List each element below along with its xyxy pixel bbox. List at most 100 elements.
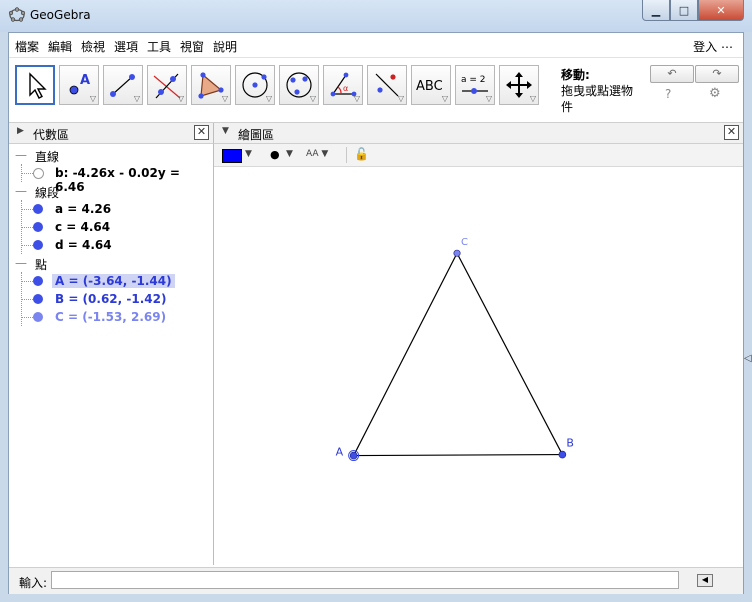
point-tool-button[interactable]: A ▽ <box>59 65 99 105</box>
color-swatch-button[interactable] <box>222 149 242 163</box>
close-graphics-view-icon[interactable]: ✕ <box>724 125 739 140</box>
submenu-triangle-icon: ▽ <box>177 94 184 103</box>
submenu-triangle-icon: ▽ <box>397 94 404 103</box>
gear-icon[interactable]: ⚙ <box>709 86 721 101</box>
menu-view[interactable]: 檢視 <box>81 38 105 55</box>
visibility-toggle-icon[interactable] <box>33 294 43 304</box>
visibility-toggle-icon[interactable] <box>33 240 43 250</box>
point-C[interactable] <box>453 249 461 257</box>
menu-help[interactable]: 說明 <box>213 38 237 55</box>
panel-collapse-arrow-icon[interactable]: ▼ <box>222 126 229 136</box>
submenu-triangle-icon: ▽ <box>529 94 536 103</box>
category-collapse-icon[interactable]: — <box>15 148 27 162</box>
command-input[interactable] <box>51 571 679 589</box>
point-style-icon[interactable]: ● <box>270 148 280 161</box>
algebra-view: — 直線 b: -4.26x - 0.02y = 6.46 — 線段 a = 4… <box>9 144 214 565</box>
algebra-item-A[interactable]: A = (-3.64, -1.44) <box>52 274 175 288</box>
visibility-toggle-icon[interactable] <box>33 276 43 286</box>
point-label-C: C <box>461 237 468 248</box>
algebra-item-d[interactable]: d = 4.64 <box>55 238 112 252</box>
segment[interactable] <box>353 252 458 456</box>
menu-edit[interactable]: 編輯 <box>48 38 72 55</box>
minimize-button[interactable]: ▁ <box>642 0 670 21</box>
tool-help-title: 移動: <box>561 68 590 82</box>
visibility-toggle-icon[interactable] <box>33 204 43 214</box>
point-B[interactable] <box>558 450 567 459</box>
point-A[interactable] <box>349 451 358 460</box>
svg-text:A: A <box>80 73 90 88</box>
input-label: 輸入: <box>19 576 48 590</box>
slider-tool-button[interactable]: a = 2 ▽ <box>455 65 495 105</box>
conic-tool-button[interactable]: ▽ <box>279 65 319 105</box>
move-graphics-tool-button[interactable]: ▽ <box>499 65 539 105</box>
segment-tool-button[interactable]: ▽ <box>103 65 143 105</box>
submenu-triangle-icon: ▽ <box>353 94 360 103</box>
tool-help-text: 拖曳或點選物件 <box>561 84 634 114</box>
angle-tool-button[interactable]: α ▽ <box>323 65 363 105</box>
input-help-icon[interactable]: ◀ <box>697 574 713 587</box>
help-icon[interactable]: ? <box>665 87 671 101</box>
submenu-triangle-icon: ▽ <box>309 94 316 103</box>
text-tool-button[interactable]: ABC ▽ <box>411 65 451 105</box>
algebra-item-c[interactable]: c = 4.64 <box>55 220 110 234</box>
close-algebra-view-icon[interactable]: ✕ <box>194 125 209 140</box>
algebra-item-B[interactable]: B = (0.62, -1.42) <box>55 292 166 306</box>
menu-window[interactable]: 視窗 <box>180 38 204 55</box>
side-panel-toggle-icon[interactable]: ◁ <box>744 353 752 364</box>
window-title: GeoGebra <box>30 8 91 22</box>
panel-expand-arrow-icon[interactable]: ▶ <box>17 126 24 136</box>
input-bar: 輸入: ◀ <box>9 567 743 594</box>
category-points[interactable]: 點 <box>35 256 47 273</box>
app-client: 檔案 編輯 檢視 選項 工具 視窗 說明 登入 ⋯ A ▽ ▽ ▽ ▽ ▽ ▽ … <box>8 32 752 594</box>
menu-options[interactable]: 選項 <box>114 38 138 55</box>
title-bar: GeoGebra ▁ □ ✕ <box>0 0 752 32</box>
drawing-canvas[interactable]: A B C <box>214 167 743 565</box>
redo-button[interactable]: ↷ <box>695 65 739 83</box>
polygon-tool-button[interactable]: ▽ <box>191 65 231 105</box>
category-collapse-icon[interactable]: — <box>15 256 27 270</box>
close-button[interactable]: ✕ <box>698 0 744 21</box>
move-tool-button[interactable] <box>15 65 55 105</box>
submenu-triangle-icon: ▽ <box>441 94 448 103</box>
category-collapse-icon[interactable]: — <box>15 184 27 198</box>
algebra-item-b[interactable]: b: -4.26x - 0.02y = 6.46 <box>55 166 213 194</box>
login-button[interactable]: 登入 ⋯ <box>693 38 733 55</box>
chevron-down-icon[interactable]: ▼ <box>286 149 293 159</box>
segment[interactable] <box>353 453 563 457</box>
point-label-B: B <box>566 437 574 450</box>
graphics-view-header: ▼ 繪圖區 ✕ <box>214 123 743 144</box>
undo-button[interactable]: ↶ <box>650 65 694 83</box>
svg-text:a = 2: a = 2 <box>461 75 486 85</box>
graphics-view-title: 繪圖區 <box>238 128 275 142</box>
submenu-triangle-icon: ▽ <box>89 94 96 103</box>
menu-tools[interactable]: 工具 <box>147 38 171 55</box>
circle-tool-button[interactable]: ▽ <box>235 65 275 105</box>
chevron-down-icon[interactable]: ▼ <box>245 149 252 159</box>
svg-text:α: α <box>343 84 348 93</box>
submenu-triangle-icon: ▽ <box>485 94 492 103</box>
submenu-triangle-icon: ▽ <box>265 94 272 103</box>
algebra-item-C[interactable]: C = (-1.53, 2.69) <box>55 310 166 324</box>
label-style-icon[interactable]: AA ▼ <box>306 149 328 159</box>
lock-icon[interactable]: 🔓 <box>354 147 369 161</box>
perpendicular-line-tool-button[interactable]: ▽ <box>147 65 187 105</box>
svg-text:ABC: ABC <box>416 79 443 94</box>
algebra-view-header: ▶ 代數區 ✕ <box>9 123 214 144</box>
algebra-item-a[interactable]: a = 4.26 <box>55 202 111 216</box>
visibility-toggle-icon[interactable] <box>33 168 44 179</box>
algebra-view-title: 代數區 <box>33 128 70 142</box>
segment[interactable] <box>456 252 563 455</box>
toolbar: A ▽ ▽ ▽ ▽ ▽ ▽ α ▽ ▽ ABC ▽ a = 2 ▽ ▽ 移動: … <box>9 58 743 123</box>
reflect-tool-button[interactable]: ▽ <box>367 65 407 105</box>
menu-file[interactable]: 檔案 <box>15 38 39 55</box>
menu-bar: 檔案 編輯 檢視 選項 工具 視窗 說明 登入 ⋯ <box>9 33 743 58</box>
visibility-toggle-icon[interactable] <box>33 222 43 232</box>
graphics-view[interactable]: ▼ ● ▼ AA ▼ 🔓 A B C <box>214 144 743 565</box>
category-segments[interactable]: 線段 <box>35 184 59 201</box>
point-label-A: A <box>336 446 344 459</box>
cursor-arrow-icon <box>29 72 47 99</box>
category-lines[interactable]: 直線 <box>35 148 59 165</box>
submenu-triangle-icon: ▽ <box>221 94 228 103</box>
maximize-button[interactable]: □ <box>670 0 698 21</box>
visibility-toggle-icon[interactable] <box>33 312 43 322</box>
